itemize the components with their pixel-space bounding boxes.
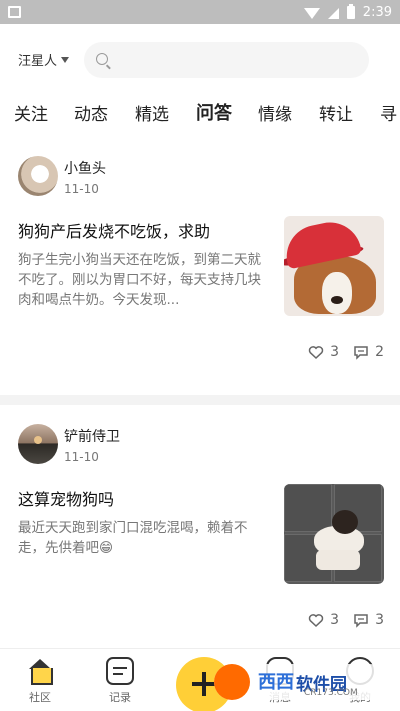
status-bar: 2:39 [0,0,400,24]
tab-relationship[interactable]: 情缘 [258,100,292,125]
heart-icon [308,344,324,360]
status-right: 2:39 [303,3,392,21]
location-label: 汪星人 [18,54,58,69]
avatar[interactable] [18,156,58,196]
nav-record-label: 记录 [109,691,131,704]
search-input[interactable] [84,42,369,78]
category-tabs: 关注 动态 精选 问答 情缘 转让 寻 [0,100,400,132]
tab-dynamic[interactable]: 动态 [74,100,108,125]
tab-search[interactable]: 寻 [380,100,397,125]
like-button[interactable]: 3 [308,344,339,360]
status-time: 2:39 [362,4,392,20]
header: 汪星人 [0,38,400,82]
post-body[interactable]: 狗子生完小狗当天还在吃饭，到第二天就不吃了。刚以为胃口不好，每天支持几块肉和喝点… [18,250,270,310]
post-card[interactable]: 小鱼头 11-10 狗狗产后发烧不吃饭，求助 狗子生完小狗当天还在吃饭，到第二天… [0,156,400,386]
heart-icon [308,612,324,628]
tab-qa[interactable]: 问答 [196,99,232,125]
comment-button[interactable]: 3 [353,612,384,628]
comment-button[interactable]: 2 [353,344,384,360]
watermark-domain: CR173.COM [304,688,358,698]
tab-follow[interactable]: 关注 [14,100,48,125]
watermark: 西西 软件园 CR173.COM [214,664,388,700]
location-selector[interactable]: 汪星人 [18,50,70,69]
search-icon [96,53,108,65]
post-username[interactable]: 小鱼头 [64,158,106,178]
post-title[interactable]: 狗狗产后发烧不吃饭，求助 [18,218,210,242]
post-image[interactable] [284,216,384,316]
comment-count: 2 [375,344,384,360]
tab-featured[interactable]: 精选 [135,100,169,125]
comment-icon [353,612,369,628]
nav-record[interactable]: 记录 [90,657,150,705]
signal-icon [327,7,339,19]
avatar[interactable] [18,424,58,464]
nav-community[interactable]: 社区 [10,657,70,705]
comment-icon [353,344,369,360]
like-count: 3 [330,612,340,628]
notebook-icon [106,657,134,685]
nav-community-label: 社区 [29,691,51,704]
post-date: 11-10 [64,450,99,464]
post-username[interactable]: 铲前侍卫 [64,426,120,446]
tab-transfer[interactable]: 转让 [319,100,353,125]
like-count: 3 [330,344,340,360]
divider [0,395,400,405]
caret-down-icon [61,56,70,63]
post-title[interactable]: 这算宠物狗吗 [18,486,114,510]
post-body[interactable]: 最近天天跑到家门口混吃混喝，赖着不走，先供着吧😁 [18,518,270,558]
notification-icon [8,6,21,18]
post-card[interactable]: 铲前侍卫 11-10 这算宠物狗吗 最近天天跑到家门口混吃混喝，赖着不走，先供着… [0,424,400,644]
home-icon [26,657,54,685]
post-stats: 3 2 [308,344,384,360]
watermark-brand: 西西 [258,672,294,693]
battery-icon [346,3,355,19]
post-date: 11-10 [64,182,99,196]
post-image[interactable] [284,484,384,584]
post-stats: 3 3 [308,612,384,628]
watermark-logo-icon [214,664,250,700]
wifi-icon [303,7,320,19]
comment-count: 3 [375,612,384,628]
like-button[interactable]: 3 [308,612,339,628]
